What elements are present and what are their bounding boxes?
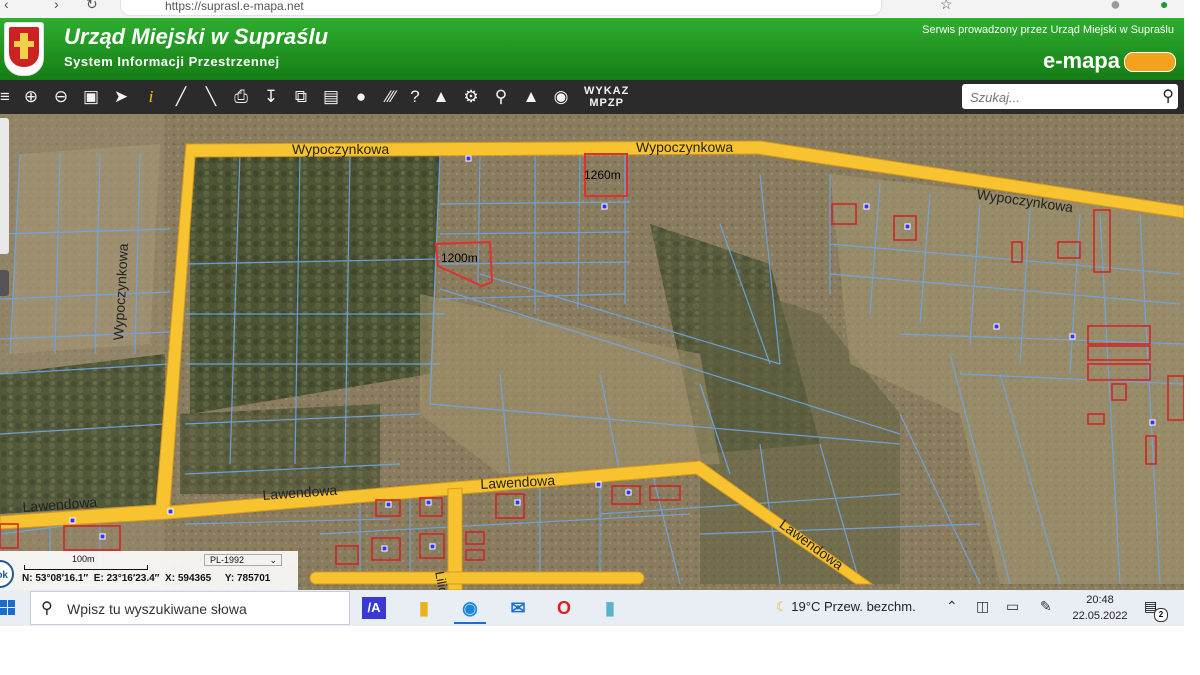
coord-n: N: 53°08′16.1″	[22, 573, 89, 584]
taskbar-search[interactable]: ⚲ Wpisz tu wyszukiwane słowa	[30, 591, 350, 625]
location-pin-icon[interactable]: ⚲	[490, 86, 512, 108]
side-panel-toggle[interactable]	[0, 270, 9, 296]
file-explorer-icon[interactable]: ▮	[408, 594, 440, 622]
pen-icon[interactable]: ✎	[1040, 598, 1052, 615]
taskbar-clock[interactable]: 20:48 22.05.2022	[1070, 592, 1130, 624]
app-icon[interactable]: ▮	[594, 594, 626, 622]
chevron-up-icon[interactable]: ⌃	[946, 598, 958, 615]
coord-x: X: 594365	[165, 573, 212, 584]
search-icon: ⚲	[41, 600, 53, 617]
zoom-extent-icon[interactable]: ▣	[80, 86, 102, 108]
weather-widget[interactable]: ☾ 19°C Przew. bezchm.	[776, 599, 916, 615]
scale-label: 100m	[72, 554, 95, 564]
clock-time: 20:48	[1086, 594, 1114, 606]
download-icon[interactable]: ↧	[260, 86, 282, 108]
address-bar[interactable]: https://suprasl.e-mapa.net	[120, 0, 882, 16]
compare-icon[interactable]: ⧉	[290, 86, 312, 108]
search-icon[interactable]: ⚲	[1162, 86, 1174, 106]
scale-bar	[24, 565, 148, 570]
projection-value: PL-1992	[210, 555, 245, 565]
terrain-icon[interactable]: ▲	[520, 86, 542, 108]
forward-icon[interactable]: ›	[54, 0, 59, 12]
moon-icon: ☾	[776, 599, 788, 614]
print-icon[interactable]: ⎙	[230, 86, 252, 108]
mail-icon[interactable]: ✉	[502, 594, 534, 622]
opera-icon[interactable]: O	[548, 594, 580, 622]
comment-icon[interactable]: ●	[350, 86, 372, 108]
service-note: Serwis prowadzony przez Urząd Miejski w …	[922, 24, 1174, 36]
page-title: Urząd Miejski w Supraślu	[64, 24, 329, 49]
street-label: Wypoczynkowa	[636, 139, 734, 155]
network-icon[interactable]: ◫	[976, 598, 989, 615]
weather-text: 19°C Przew. bezchm.	[791, 599, 916, 614]
info-icon[interactable]: i	[140, 86, 162, 108]
pointer-icon[interactable]: ➤	[110, 86, 132, 108]
settings-icon[interactable]: ⚙	[460, 86, 482, 108]
taskbar-search-placeholder: Wpisz tu wyszukiwane słowa	[67, 601, 247, 617]
chevron-down-icon: ⌄	[269, 555, 277, 565]
edge-browser-icon[interactable]: ◉	[454, 594, 486, 624]
battery-icon[interactable]: ▭	[1006, 598, 1019, 615]
map-search: ⚲	[962, 84, 1178, 109]
refresh-icon[interactable]: ↻	[86, 0, 98, 13]
windows-start-icon[interactable]	[0, 600, 16, 616]
coord-e: E: 23°16′23.4″	[93, 573, 160, 584]
projection-select[interactable]: PL-1992 ⌄	[204, 554, 282, 566]
extension-icon[interactable]: ●	[1160, 0, 1168, 12]
taskbar: ⚲ Wpisz tu wyszukiwane słowa /A ▮ ◉ ✉ O …	[0, 590, 1184, 626]
measure-line-icon[interactable]: ╱	[170, 86, 192, 108]
back-icon[interactable]: ‹	[4, 0, 9, 12]
side-panel-tab[interactable]	[0, 118, 9, 254]
scale-icon[interactable]: ▲	[430, 86, 452, 108]
site-header: Urząd Miejski w Supraślu System Informac…	[0, 18, 1184, 80]
coord-y: Y: 785701	[224, 573, 271, 584]
map-canvas[interactable]: Wypoczynkowa Wypoczynkowa Wypoczynkowa W…	[0, 114, 1184, 590]
notification-icon[interactable]: ▤ 2	[1144, 598, 1168, 622]
geo-system-badge	[1124, 52, 1176, 72]
layers-icon[interactable]: ≡	[0, 86, 16, 108]
notification-count: 2	[1154, 608, 1168, 622]
profile-icon[interactable]: ●	[1110, 0, 1121, 15]
street-label: Wypoczynkowa	[292, 141, 390, 157]
parcel-label: 1200m	[441, 251, 478, 265]
wykaz-line1: WYKAZ	[584, 85, 630, 97]
clock-date: 22.05.2022	[1072, 610, 1128, 622]
hatch-icon[interactable]: ⁄⁄⁄	[380, 86, 402, 108]
measure-area-icon[interactable]: ╲	[200, 86, 222, 108]
scale-panel: 100m PL-1992 ⌄ N: 53°08′16.1″ E: 23°16′23…	[0, 551, 298, 590]
star-icon[interactable]: ☆	[940, 0, 953, 13]
emapa-logo: e-mapa	[1042, 48, 1120, 73]
wykaz-mpzp-button[interactable]: WYKAZ MPZP	[584, 85, 629, 109]
browser-bar: ‹ › ↻ https://suprasl.e-mapa.net ☆ ● ●	[0, 0, 1184, 19]
crest-logo	[4, 22, 44, 76]
coordinates-readout: N: 53°08′16.1″ E: 23°16′23.4″ X: 594365 …	[22, 573, 270, 584]
marker-icon[interactable]: ◉	[550, 86, 572, 108]
parcel-label: 1260m	[584, 168, 621, 182]
zoom-out-icon[interactable]: ⊖	[50, 86, 72, 108]
map-toolbar: ≡ ⊕ ⊖ ▣ ➤ i ╱ ╲ ⎙ ↧ ⧉ ▤ ● ⁄⁄⁄ ? ▲ ⚙ ⚲ ▲ …	[0, 80, 1184, 114]
app-icon[interactable]: /A	[362, 597, 386, 619]
layout-icon[interactable]: ▤	[320, 86, 342, 108]
page-subtitle: System Informacji Przestrzennej	[64, 54, 280, 69]
wykaz-line2: MPZP	[589, 97, 624, 109]
help-icon[interactable]: ?	[404, 86, 426, 108]
aerial-map[interactable]	[0, 114, 1184, 590]
search-input[interactable]	[968, 87, 1152, 107]
zoom-in-icon[interactable]: ⊕	[20, 86, 42, 108]
url-text: https://suprasl.e-mapa.net	[165, 0, 304, 13]
